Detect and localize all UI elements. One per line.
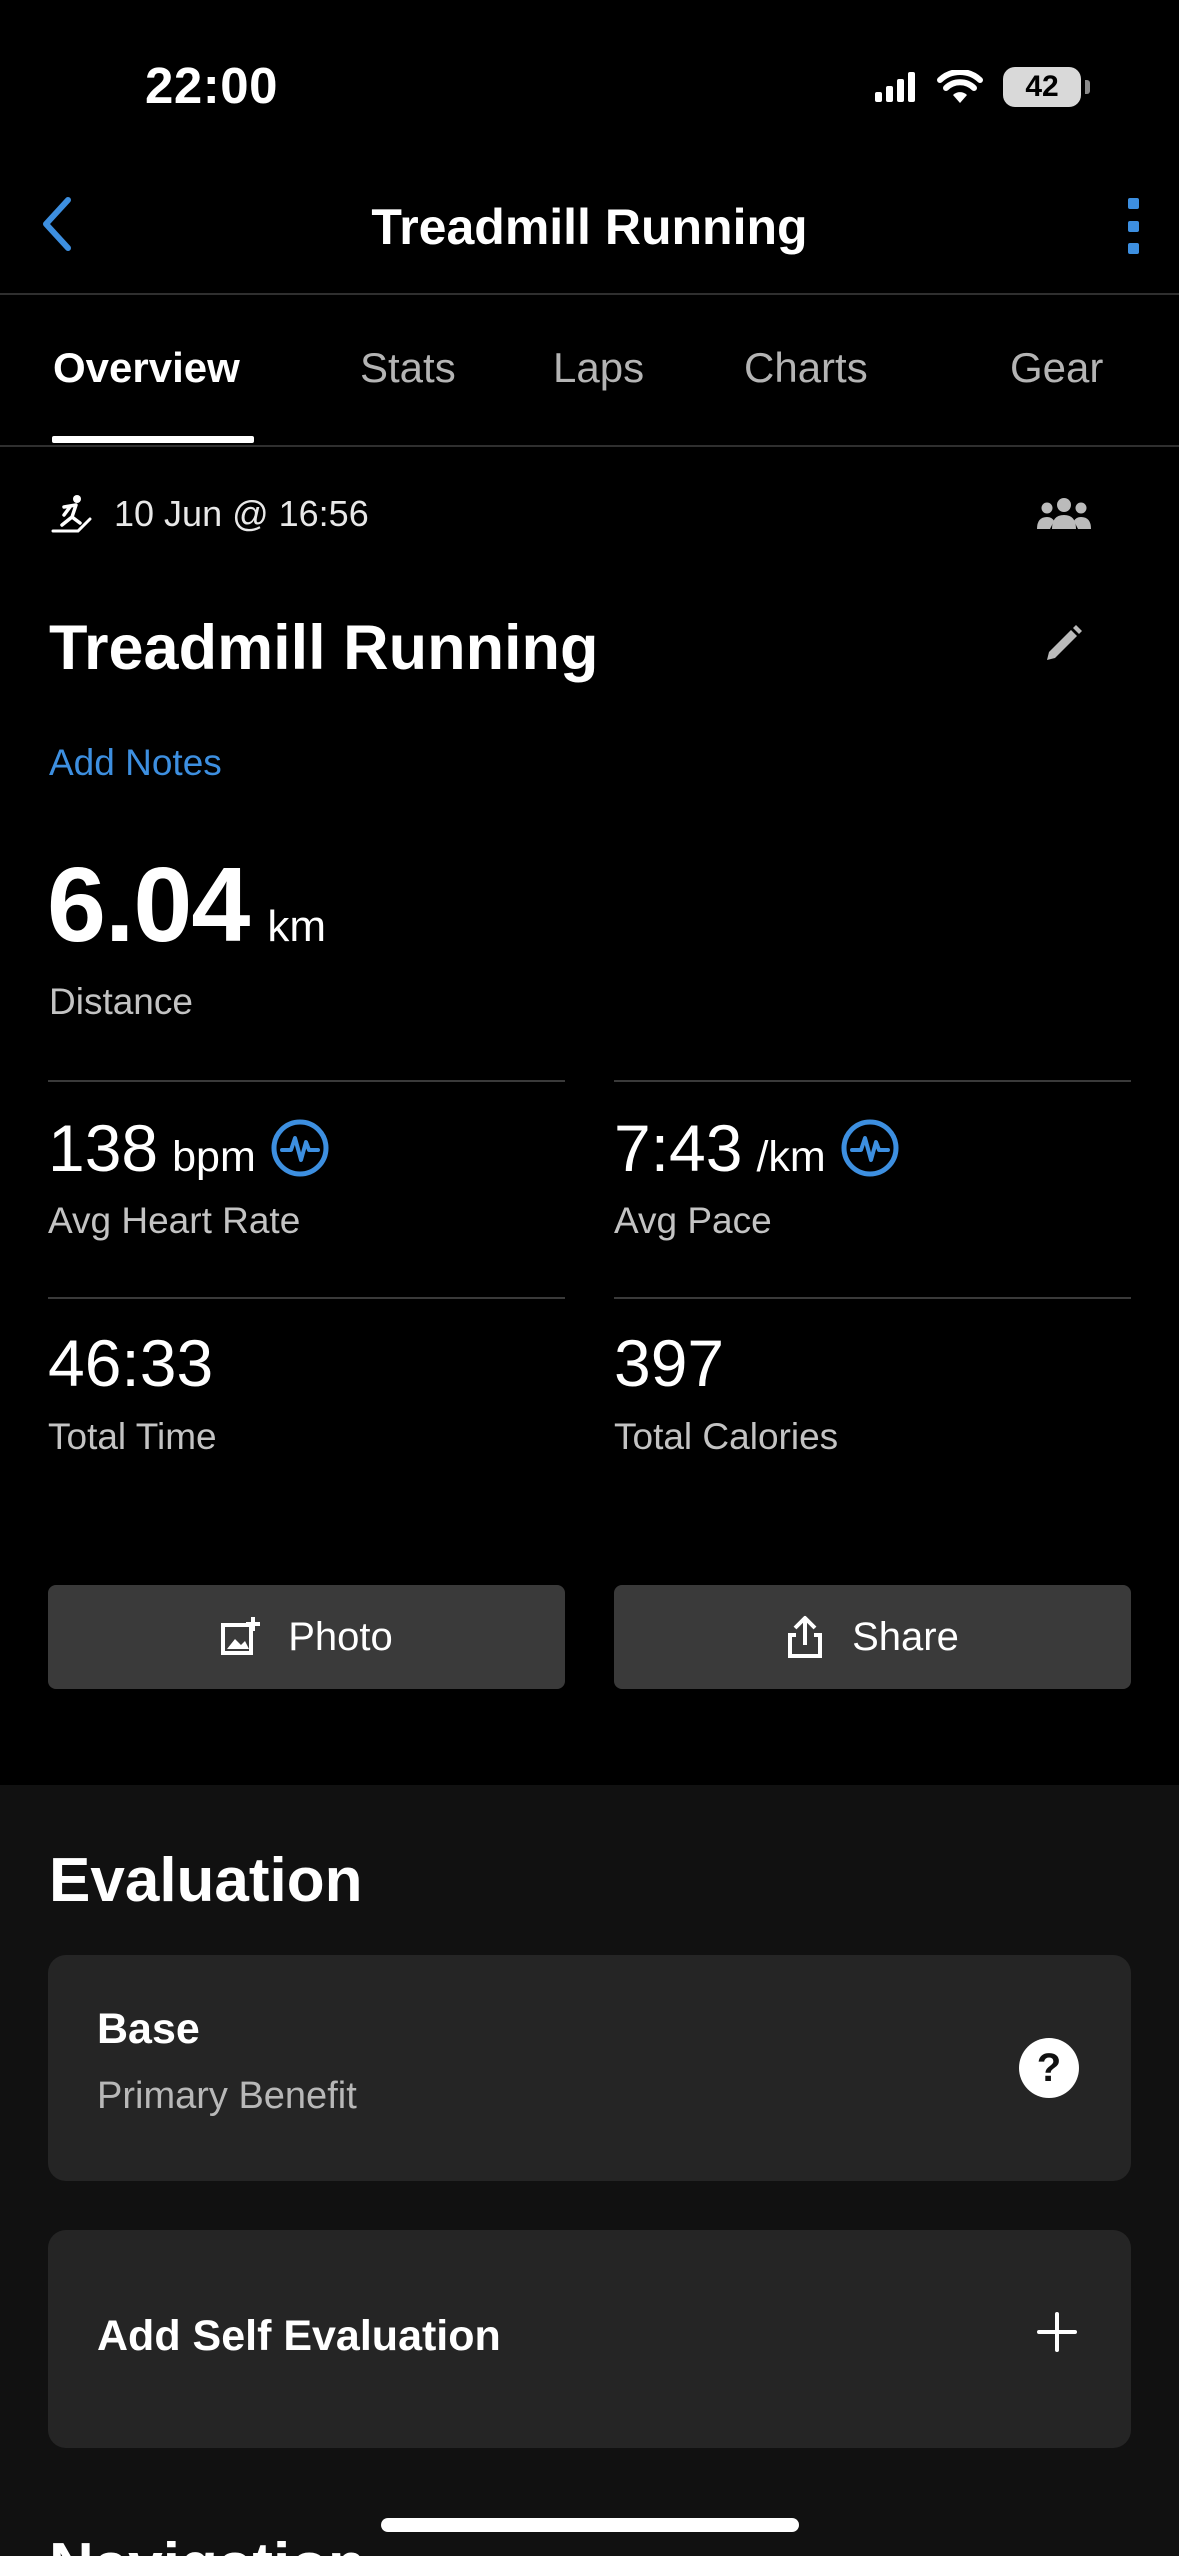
nav-title: Treadmill Running: [371, 199, 808, 255]
help-icon[interactable]: ?: [1019, 2038, 1079, 2098]
tab-overview[interactable]: Overview: [53, 344, 240, 392]
avg-pace-label: Avg Pace: [614, 1200, 772, 1241]
more-options-icon[interactable]: [1115, 194, 1151, 258]
primary-benefit-card[interactable]: Base Primary Benefit ?: [48, 1955, 1131, 2181]
group-icon[interactable]: [1035, 495, 1093, 535]
distance-unit: km: [267, 902, 326, 951]
pace-unit: /km: [756, 1133, 826, 1181]
avg-heart-rate-value: 138 bpm: [48, 1110, 330, 1186]
distance-value: 6.04 km: [47, 845, 326, 966]
total-time-number: 46:33: [48, 1326, 214, 1400]
add-notes-link[interactable]: Add Notes: [49, 742, 222, 784]
total-calories-value: 397: [614, 1325, 724, 1401]
tab-laps[interactable]: Laps: [553, 344, 644, 392]
nav-bar: Treadmill Running: [0, 170, 1179, 295]
pace-chart-icon[interactable]: [840, 1118, 900, 1178]
home-indicator: [381, 2518, 799, 2532]
heart-rate-number: 138: [48, 1111, 159, 1185]
primary-benefit-subtitle: Primary Benefit: [97, 2075, 357, 2117]
activity-date: 10 Jun @ 16:56: [114, 493, 369, 534]
battery-level: 42: [1025, 70, 1059, 103]
treadmill-running-icon: [51, 495, 92, 533]
battery-icon: 42: [1003, 67, 1090, 107]
total-time-value: 46:33: [48, 1325, 213, 1401]
divider: [48, 1297, 565, 1299]
activity-screen: 22:00 42 Treadmill Running Overview Stat…: [0, 0, 1179, 2556]
divider: [48, 1080, 565, 1082]
wifi-icon: [937, 70, 983, 103]
divider: [614, 1080, 1131, 1082]
total-calories-number: 397: [614, 1326, 725, 1400]
add-self-evaluation-label: Add Self Evaluation: [97, 2312, 501, 2360]
tab-gear[interactable]: Gear: [1010, 344, 1103, 392]
total-time-label: Total Time: [48, 1416, 217, 1457]
divider: [614, 1297, 1131, 1299]
active-tab-indicator: [52, 436, 254, 443]
heart-rate-unit: bpm: [172, 1133, 256, 1181]
distance-label: Distance: [49, 981, 193, 1022]
edit-pencil-icon[interactable]: [1043, 622, 1085, 664]
total-calories-label: Total Calories: [614, 1416, 839, 1457]
plus-icon[interactable]: [1035, 2310, 1079, 2354]
heart-rate-chart-icon[interactable]: [270, 1118, 330, 1178]
photo-button[interactable]: Photo: [48, 1585, 565, 1689]
tab-bar: Overview Stats Laps Charts Gear: [0, 296, 1179, 447]
primary-benefit-title: Base: [97, 2005, 200, 2053]
tab-charts[interactable]: Charts: [744, 344, 868, 392]
share-button-label: Share: [852, 1614, 959, 1659]
status-time: 22:00: [145, 57, 278, 114]
status-icons: 42: [875, 62, 1090, 112]
avg-heart-rate-label: Avg Heart Rate: [48, 1200, 301, 1241]
share-button[interactable]: Share: [614, 1585, 1131, 1689]
pace-number: 7:43: [614, 1111, 743, 1185]
tab-stats[interactable]: Stats: [360, 344, 456, 392]
evaluation-heading: Evaluation: [49, 1846, 363, 1915]
photo-button-label: Photo: [288, 1614, 393, 1659]
distance-number: 6.04: [47, 846, 250, 964]
avg-pace-value: 7:43 /km: [614, 1110, 900, 1186]
activity-meta: 10 Jun @ 16:56: [50, 493, 369, 535]
cellular-signal-icon: [875, 72, 915, 102]
activity-title: Treadmill Running: [49, 613, 599, 683]
add-photo-icon: [221, 1617, 261, 1655]
evaluation-section: Evaluation Base Primary Benefit ? Add Se…: [0, 1785, 1179, 2556]
share-icon: [788, 1616, 823, 1658]
add-self-evaluation-card[interactable]: Add Self Evaluation: [48, 2230, 1131, 2448]
navigation-heading: Navigation: [49, 2530, 366, 2556]
